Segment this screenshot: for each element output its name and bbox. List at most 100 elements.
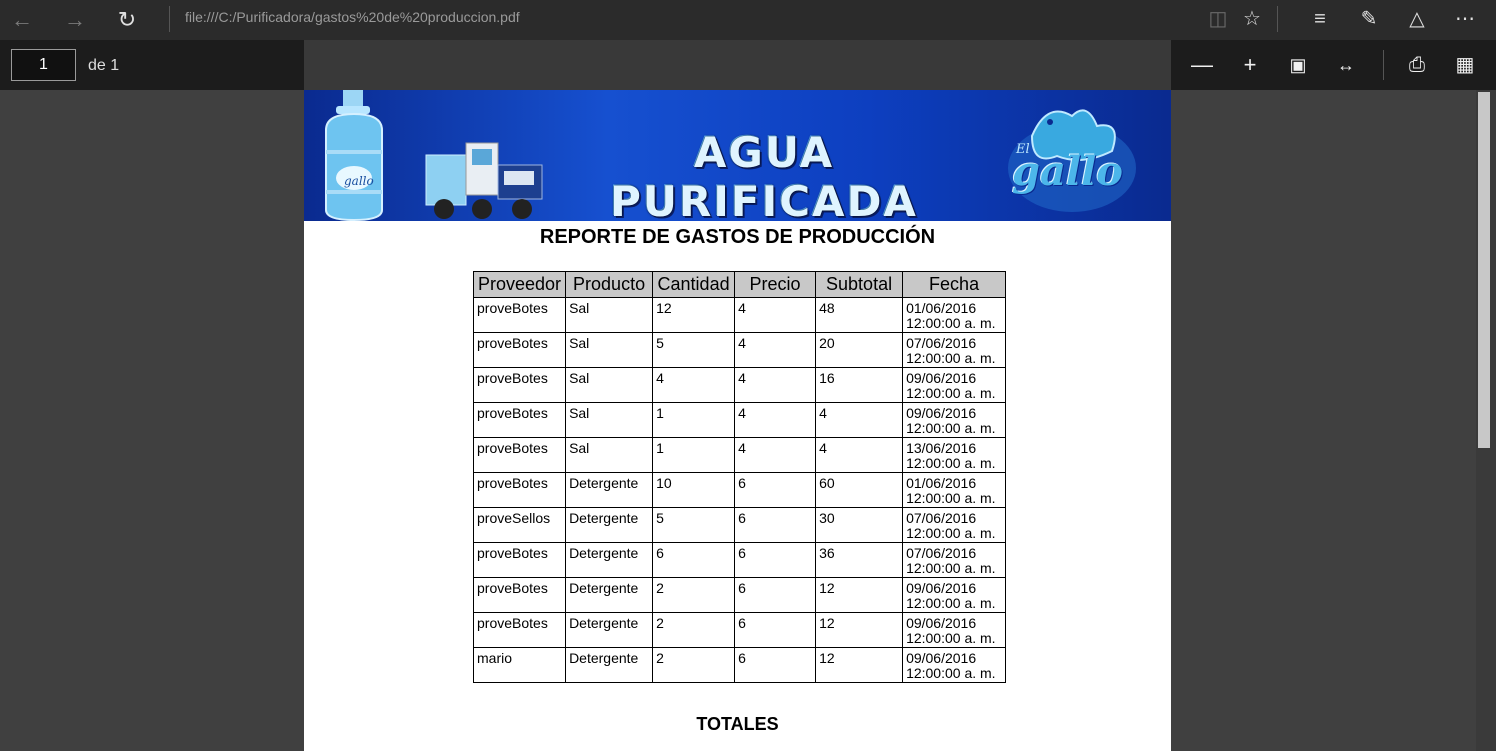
date-text: 13/06/2016 [906,440,977,456]
date-text: 09/06/2016 [906,405,977,421]
table-cell: 2 [652,647,736,683]
share-icon[interactable]: △ [1402,4,1432,34]
date-cell: 01/06/2016 12:00:00 a. m. [902,297,1007,333]
time-text: 12:00:00 a. m. [906,560,996,576]
table-header-row: Proveedor Producto Cantidad Precio Subto… [472,271,1007,298]
print-icon[interactable]: ⎙ [1402,50,1432,80]
table-cell: 2 [652,612,736,648]
refresh-icon[interactable]: ↻ [111,4,143,36]
date-text: 07/06/2016 [906,545,977,561]
zoom-out-icon[interactable]: — [1187,50,1217,80]
expenses-table: Proveedor Producto Cantidad Precio Subto… [472,271,1007,683]
table-row: proveBotes Sal 5 4 20 07/06/2016 12:00:00 a. m… [472,332,1007,368]
table-row: proveBotes Sal 1 4 4 13/06/2016 12:00:00 a. m. [472,437,1007,473]
table-row: proveBotes Detergente 2 6 12 09/06/2016 12:00:… [472,577,1007,613]
report-title: REPORTE DE GASTOS DE PRODUCCIÓN [539,226,936,248]
table-cell: Sal [565,367,654,403]
time-text: 12:00:00 a. m. [906,630,996,646]
zoom-in-icon[interactable]: + [1235,50,1265,80]
time-text: 12:00:00 a. m. [906,315,996,331]
hub-icon[interactable]: ≡ [1305,4,1335,34]
company-banner: gallo AGUA PURIFICADA El gallo [304,90,1171,226]
time-text: 12:00:00 a. m. [906,665,996,681]
table-cell: 4 [734,332,817,368]
time-text: 12:00:00 a. m. [906,420,996,436]
table-cell: 2 [652,577,736,613]
table-cell: Detergente [565,577,654,613]
table-cell: 12 [815,612,904,648]
date-cell: 09/06/2016 12:00:00 a. m. [902,612,1007,648]
table-cell: Sal [565,332,654,368]
address-bar[interactable]: file:///C:/Purificadora/gastos%20de%20pr… [185,0,520,40]
table-row: proveBotes Detergente 2 6 12 09/06/2016 12:00:… [472,612,1007,648]
table-cell: 10 [652,472,736,508]
web-note-icon[interactable]: ✎ [1354,4,1384,34]
table-cell: 6 [734,612,817,648]
totals-heading: TOTALES [696,714,779,734]
table-cell: 60 [815,472,904,508]
table-cell: proveBotes [472,437,567,473]
time-text: 12:00:00 a. m. [906,385,996,401]
column-header: Proveedor [472,271,567,298]
table-cell: 5 [652,332,736,368]
table-cell: proveBotes [472,297,567,333]
date-cell: 07/06/2016 12:00:00 a. m. [902,332,1007,368]
table-cell: 12 [815,647,904,683]
table-cell: 4 [734,437,817,473]
date-cell: 07/06/2016 12:00:00 a. m. [902,507,1007,543]
banner-title: AGUA PURIFICADA [610,128,918,226]
bottle-brand-text: gallo [344,174,374,188]
date-text: 09/06/2016 [906,650,977,666]
time-text: 12:00:00 a. m. [906,350,996,366]
forward-arrow-icon[interactable]: → [59,4,91,36]
table-cell: 6 [734,577,817,613]
column-header: Cantidad [652,271,736,298]
table-cell: Sal [565,297,654,333]
table-cell: mario [472,647,567,683]
table-cell: 12 [652,297,736,333]
date-cell: 09/06/2016 12:00:00 a. m. [902,577,1007,613]
table-cell: Sal [565,402,654,438]
fit-width-icon[interactable]: ↔ [1331,50,1361,80]
favorite-star-icon[interactable]: ☆ [1237,4,1267,34]
delivery-truck-icon [425,142,543,219]
table-cell: 20 [815,332,904,368]
table-row: proveSellos Detergente 5 6 30 07/06/2016 12:00… [472,507,1007,543]
table-row: proveBotes Detergente 10 6 60 01/06/2016 12:00… [472,472,1007,508]
table-cell: 30 [815,507,904,543]
page-count-label: de 1 [88,57,120,74]
table-cell: 36 [815,542,904,578]
table-cell: proveBotes [472,577,567,613]
back-arrow-icon[interactable]: ← [6,4,38,36]
more-options-icon[interactable]: ⋯ [1450,4,1480,34]
table-cell: 6 [734,472,817,508]
save-icon[interactable]: ▦ [1450,50,1480,80]
fit-page-icon[interactable]: ▣ [1283,50,1313,80]
date-text: 09/06/2016 [906,370,977,386]
table-cell: proveBotes [472,402,567,438]
logo-brand-text: gallo [1012,148,1123,195]
table-cell: 4 [734,402,817,438]
date-cell: 09/06/2016 12:00:00 a. m. [902,402,1007,438]
date-cell: 07/06/2016 12:00:00 a. m. [902,542,1007,578]
date-cell: 09/06/2016 12:00:00 a. m. [902,647,1007,683]
table-cell: 4 [815,402,904,438]
page-number-input[interactable]: 1 [11,49,76,81]
table-cell: 4 [652,367,736,403]
table-cell: 6 [734,647,817,683]
reading-view-icon[interactable]: ◫ [1203,4,1233,34]
column-header: Precio [734,271,817,298]
table-body: proveBotes Sal 12 4 48 01/06/2016 12:00:00 a. … [472,297,1007,683]
date-cell: 13/06/2016 12:00:00 a. m. [902,437,1007,473]
scrollbar-thumb[interactable] [1478,92,1490,448]
table-cell: 4 [734,297,817,333]
table-cell: proveSellos [472,507,567,543]
pdf-toolbar: 1 de 1 — + ▣ ↔ ⎙ ▦ [0,40,1496,90]
time-text: 12:00:00 a. m. [906,490,996,506]
table-cell: Detergente [565,612,654,648]
date-text: 01/06/2016 [906,300,977,316]
table-cell: 6 [734,507,817,543]
table-cell: 4 [734,367,817,403]
date-text: 07/06/2016 [906,510,977,526]
table-cell: 12 [815,577,904,613]
